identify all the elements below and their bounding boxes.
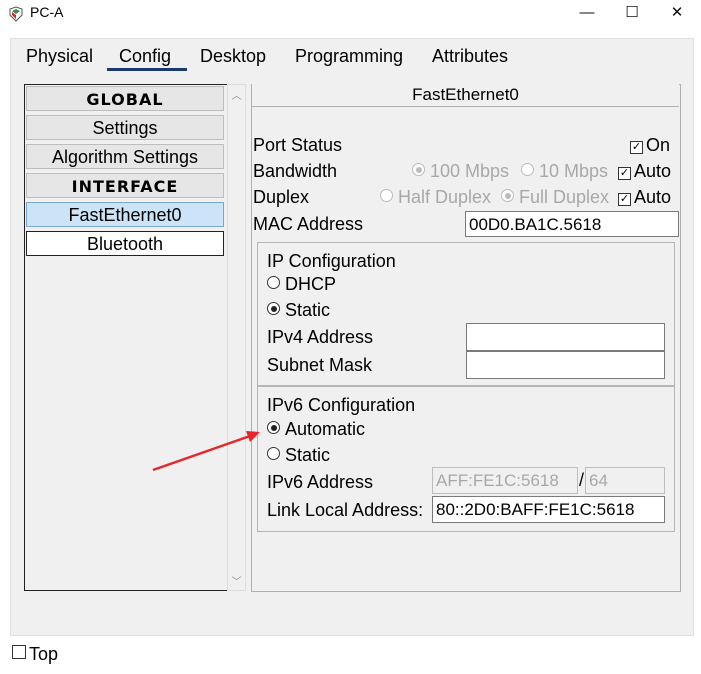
ipv4-address-field[interactable]	[466, 323, 665, 351]
tab-desktop[interactable]: Desktop	[198, 44, 268, 68]
close-icon: ✕	[670, 4, 684, 21]
ipv6-address-label: IPv6 Address	[267, 472, 374, 492]
radio-unselected-icon	[521, 163, 534, 176]
sidebar-scrollbar[interactable]: ︿ ﹀	[227, 84, 246, 591]
subnet-mask-label: Subnet Mask	[267, 355, 373, 375]
port-status-label: Port Status	[253, 135, 343, 155]
dhcp-radio[interactable]: DHCP	[267, 274, 336, 295]
minimize-icon: —	[579, 4, 595, 21]
bandwidth-label: Bandwidth	[253, 161, 338, 181]
scroll-up-icon[interactable]: ︿	[228, 87, 245, 102]
static-ip-label: Static	[285, 300, 331, 320]
ipv6-configuration-title: IPv6 Configuration	[267, 395, 416, 415]
title-bar: PC-A — ☐ ✕	[0, 0, 701, 26]
mac-address-label: MAC Address	[253, 214, 364, 234]
app-icon	[9, 6, 23, 22]
checkbox-checked-icon: ✓	[618, 193, 631, 206]
tab-attributes[interactable]: Attributes	[430, 44, 510, 68]
duplex-auto-label: Auto	[634, 187, 672, 207]
maximize-icon: ☐	[625, 4, 639, 21]
radio-selected-icon	[267, 302, 280, 315]
bandwidth-100mbps-radio[interactable]: 100 Mbps	[412, 161, 509, 182]
bandwidth-10mbps-label: 10 Mbps	[539, 161, 609, 181]
sidebar-item-algorithm-settings[interactable]: Algorithm Settings	[26, 144, 224, 169]
checkbox-checked-icon: ✓	[618, 167, 631, 180]
scroll-down-icon[interactable]: ﹀	[228, 573, 245, 588]
active-tab-indicator	[107, 68, 187, 71]
ipv6-prefix-separator: /	[579, 470, 585, 490]
port-status-on-checkbox[interactable]: ✓ On	[630, 135, 670, 156]
radio-unselected-icon	[380, 189, 393, 202]
ipv6-static-label: Static	[285, 445, 331, 465]
mac-address-field[interactable]: 00D0.BA1C.5618	[465, 211, 679, 237]
sidebar-item-bluetooth[interactable]: Bluetooth	[26, 231, 224, 256]
tab-physical[interactable]: Physical	[24, 44, 95, 68]
static-ip-radio[interactable]: Static	[267, 300, 330, 321]
bandwidth-auto-label: Auto	[634, 161, 672, 181]
radio-selected-icon	[267, 421, 280, 434]
minimize-button[interactable]: —	[565, 0, 609, 26]
ip-configuration-title: IP Configuration	[267, 251, 396, 271]
checkbox-checked-icon: ✓	[630, 141, 643, 154]
radio-unselected-icon	[267, 276, 280, 289]
link-local-address-label: Link Local Address:	[267, 500, 424, 520]
top-label: Top	[29, 644, 59, 664]
ipv6-address-field[interactable]: AFF:FE1C:5618	[432, 467, 578, 494]
ipv4-address-label: IPv4 Address	[267, 327, 374, 347]
bandwidth-10mbps-radio[interactable]: 10 Mbps	[521, 161, 608, 182]
full-duplex-radio[interactable]: Full Duplex	[501, 187, 609, 208]
close-button[interactable]: ✕	[655, 0, 699, 26]
ipv6-static-radio[interactable]: Static	[267, 445, 330, 466]
tab-programming[interactable]: Programming	[293, 44, 405, 68]
half-duplex-radio[interactable]: Half Duplex	[380, 187, 491, 208]
full-duplex-label: Full Duplex	[519, 187, 610, 207]
checkbox-unchecked-icon	[12, 645, 26, 659]
port-status-on-label: On	[646, 135, 671, 155]
sidebar-header-interface: INTERFACE	[26, 173, 224, 198]
bandwidth-100mbps-label: 100 Mbps	[430, 161, 510, 181]
dhcp-label: DHCP	[285, 274, 337, 294]
sidebar-item-fastethernet0[interactable]: FastEthernet0	[26, 202, 224, 227]
sidebar-item-settings[interactable]: Settings	[26, 115, 224, 140]
window-title: PC-A	[30, 4, 64, 20]
top-checkbox[interactable]: Top	[12, 644, 58, 665]
ipv6-automatic-label: Automatic	[285, 419, 366, 439]
subnet-mask-field[interactable]	[466, 351, 665, 379]
duplex-label: Duplex	[253, 187, 310, 207]
annotation-arrow-icon	[152, 431, 260, 472]
link-local-address-field[interactable]: 80::2D0:BAFF:FE1C:5618	[432, 496, 665, 523]
bandwidth-auto-checkbox[interactable]: ✓ Auto	[618, 161, 671, 182]
ipv6-automatic-radio[interactable]: Automatic	[267, 419, 365, 440]
sidebar-header-global: GLOBAL	[26, 86, 224, 111]
tab-config[interactable]: Config	[117, 44, 173, 68]
radio-unselected-icon	[267, 447, 280, 460]
radio-selected-icon	[412, 163, 425, 176]
radio-selected-icon	[501, 189, 514, 202]
ipv6-prefix-field[interactable]: 64	[585, 467, 665, 494]
maximize-button[interactable]: ☐	[610, 0, 654, 26]
duplex-auto-checkbox[interactable]: ✓ Auto	[618, 187, 671, 208]
half-duplex-label: Half Duplex	[398, 187, 492, 207]
panel-title: FastEthernet0	[252, 84, 679, 107]
